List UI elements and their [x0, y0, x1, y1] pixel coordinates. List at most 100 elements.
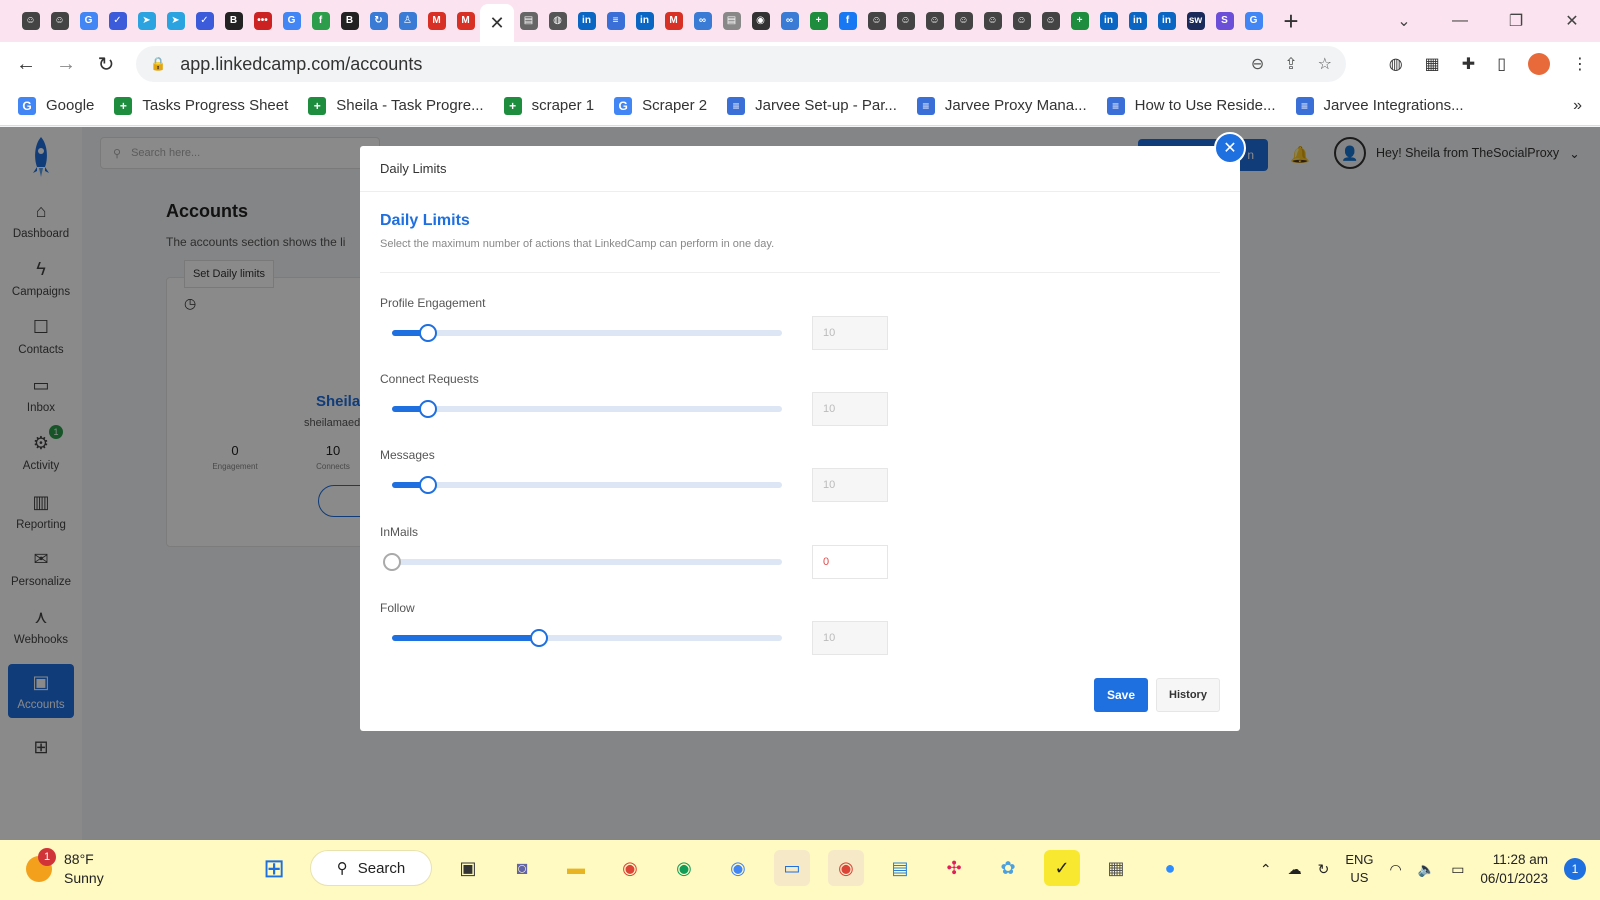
- browser-tab[interactable]: S: [1210, 0, 1239, 42]
- browser-tab[interactable]: •••: [248, 0, 277, 42]
- browser-tab[interactable]: ▤: [514, 0, 543, 42]
- language-indicator[interactable]: ENG US: [1345, 851, 1373, 887]
- qr-extension-icon[interactable]: ▦: [1425, 54, 1440, 74]
- puzzle-icon[interactable]: ✚: [1462, 54, 1475, 74]
- browser-tab[interactable]: ☺: [891, 0, 920, 42]
- slack-icon[interactable]: ✣: [936, 850, 972, 886]
- browser-tab[interactable]: ▤: [717, 0, 746, 42]
- browser-tab[interactable]: B: [219, 0, 248, 42]
- share-icon[interactable]: ⇪: [1284, 54, 1297, 74]
- bookmark-item[interactable]: + scraper 1: [503, 96, 594, 115]
- save-button[interactable]: Save: [1094, 678, 1148, 712]
- address-bar[interactable]: 🔒 app.linkedcamp.com/accounts ⊖ ⇪ ☆: [136, 46, 1346, 82]
- taskbar-search[interactable]: ⚲ Search: [310, 850, 432, 886]
- limit-slider[interactable]: [392, 629, 782, 647]
- browser-tab[interactable]: in: [572, 0, 601, 42]
- active-tab-close-icon[interactable]: ✕: [480, 4, 514, 42]
- volume-icon[interactable]: 🔈: [1418, 861, 1435, 878]
- bookmark-item[interactable]: G Google: [18, 96, 94, 115]
- limit-slider[interactable]: [392, 476, 782, 494]
- limit-value-input[interactable]: 10: [812, 316, 888, 350]
- bookmark-item[interactable]: G Scraper 2: [614, 96, 707, 115]
- reload-icon[interactable]: ↻: [86, 52, 126, 77]
- minimize-icon[interactable]: —: [1432, 12, 1488, 30]
- limit-slider[interactable]: [392, 400, 782, 418]
- browser-tab[interactable]: ✓: [190, 0, 219, 42]
- task-view-icon[interactable]: ▣: [450, 850, 486, 886]
- browser-tab[interactable]: ∞: [775, 0, 804, 42]
- slider-thumb[interactable]: [418, 400, 437, 418]
- browser-tab[interactable]: ➤: [161, 0, 190, 42]
- browser-tab[interactable]: +: [804, 0, 833, 42]
- battery-icon[interactable]: ▭: [1451, 861, 1464, 878]
- lock-icon[interactable]: 🔒: [150, 56, 166, 72]
- browser-tab[interactable]: G: [1239, 0, 1268, 42]
- browser-tab[interactable]: in: [1094, 0, 1123, 42]
- bookmark-item[interactable]: ≡ Jarvee Integrations...: [1295, 96, 1464, 115]
- weather-widget[interactable]: 1 88°F Sunny: [26, 848, 104, 888]
- chevron-up-icon[interactable]: ⌃: [1260, 861, 1272, 878]
- slider-thumb[interactable]: [418, 324, 437, 342]
- browser-tab[interactable]: ∞: [688, 0, 717, 42]
- browser-tab[interactable]: M: [659, 0, 688, 42]
- globe-extension-icon[interactable]: ◍: [1389, 54, 1403, 74]
- paint-icon[interactable]: ✿: [990, 850, 1026, 886]
- bookmark-item[interactable]: + Sheila - Task Progre...: [308, 96, 484, 115]
- browser-tab[interactable]: ☺: [45, 0, 74, 42]
- browser-tab[interactable]: ≡: [601, 0, 630, 42]
- close-window-icon[interactable]: ✕: [1544, 11, 1600, 31]
- notepad-icon[interactable]: ▤: [882, 850, 918, 886]
- meet-icon[interactable]: ◙: [504, 850, 540, 886]
- tab-search-icon[interactable]: ⌄: [1376, 11, 1432, 31]
- zoom-icon[interactable]: ●: [1152, 850, 1188, 886]
- limit-value-input[interactable]: 10: [812, 468, 888, 502]
- menu-kebab-icon[interactable]: ⋮: [1572, 54, 1588, 74]
- zoom-icon[interactable]: ⊖: [1251, 54, 1264, 74]
- norton-icon[interactable]: ✓: [1044, 850, 1080, 886]
- bookmark-item[interactable]: + Tasks Progress Sheet: [114, 96, 288, 115]
- file-explorer-icon[interactable]: ▬: [558, 850, 594, 886]
- bookmark-item[interactable]: ≡ Jarvee Proxy Mana...: [916, 96, 1087, 115]
- browser-tab[interactable]: in: [1123, 0, 1152, 42]
- browser-tab[interactable]: in: [1152, 0, 1181, 42]
- url-text[interactable]: app.linkedcamp.com/accounts: [180, 54, 422, 75]
- browser-tab[interactable]: sw: [1181, 0, 1210, 42]
- browser-tab[interactable]: ☺: [862, 0, 891, 42]
- limit-slider[interactable]: [392, 324, 782, 342]
- sidepanel-icon[interactable]: ▯: [1497, 54, 1506, 74]
- bookmark-item[interactable]: ≡ How to Use Reside...: [1106, 96, 1276, 115]
- history-button[interactable]: History: [1156, 678, 1220, 712]
- bookmarks-more-icon[interactable]: »: [1573, 97, 1582, 115]
- browser-tab[interactable]: G: [277, 0, 306, 42]
- chrome-icon[interactable]: ◉: [720, 850, 756, 886]
- notification-badge[interactable]: 1: [1564, 858, 1586, 880]
- browser-tab[interactable]: ◍: [543, 0, 572, 42]
- wifi-icon[interactable]: ◠: [1390, 861, 1402, 878]
- browser-tab[interactable]: M: [422, 0, 451, 42]
- limit-slider[interactable]: [383, 553, 782, 571]
- browser-tab[interactable]: +: [1065, 0, 1094, 42]
- bookmark-item[interactable]: ≡ Jarvee Set-up - Par...: [727, 96, 897, 115]
- slider-thumb[interactable]: [530, 629, 549, 647]
- slider-thumb[interactable]: [383, 553, 401, 571]
- browser-tab[interactable]: G: [74, 0, 103, 42]
- new-tab-icon[interactable]: +: [1276, 6, 1306, 37]
- remote-desktop-icon[interactable]: ▭: [774, 850, 810, 886]
- browser-tab[interactable]: ↻: [364, 0, 393, 42]
- back-icon[interactable]: ←: [6, 53, 46, 76]
- browser-tab[interactable]: in: [630, 0, 659, 42]
- chrome-icon[interactable]: ◉: [666, 850, 702, 886]
- browser-tab[interactable]: ☺: [1007, 0, 1036, 42]
- limit-value-input[interactable]: 10: [812, 392, 888, 426]
- limit-value-input[interactable]: 10: [812, 621, 888, 655]
- browser-tab[interactable]: ☺: [949, 0, 978, 42]
- chrome-icon[interactable]: ◉: [612, 850, 648, 886]
- browser-tab[interactable]: ☺: [920, 0, 949, 42]
- browser-tab[interactable]: f: [306, 0, 335, 42]
- chrome-active-icon[interactable]: ◉: [828, 850, 864, 886]
- calculator-icon[interactable]: ▦: [1098, 850, 1134, 886]
- browser-tab[interactable]: ✓: [103, 0, 132, 42]
- browser-tab[interactable]: ♙: [393, 0, 422, 42]
- sync-icon[interactable]: ↻: [1318, 861, 1330, 878]
- bookmark-star-icon[interactable]: ☆: [1318, 54, 1332, 74]
